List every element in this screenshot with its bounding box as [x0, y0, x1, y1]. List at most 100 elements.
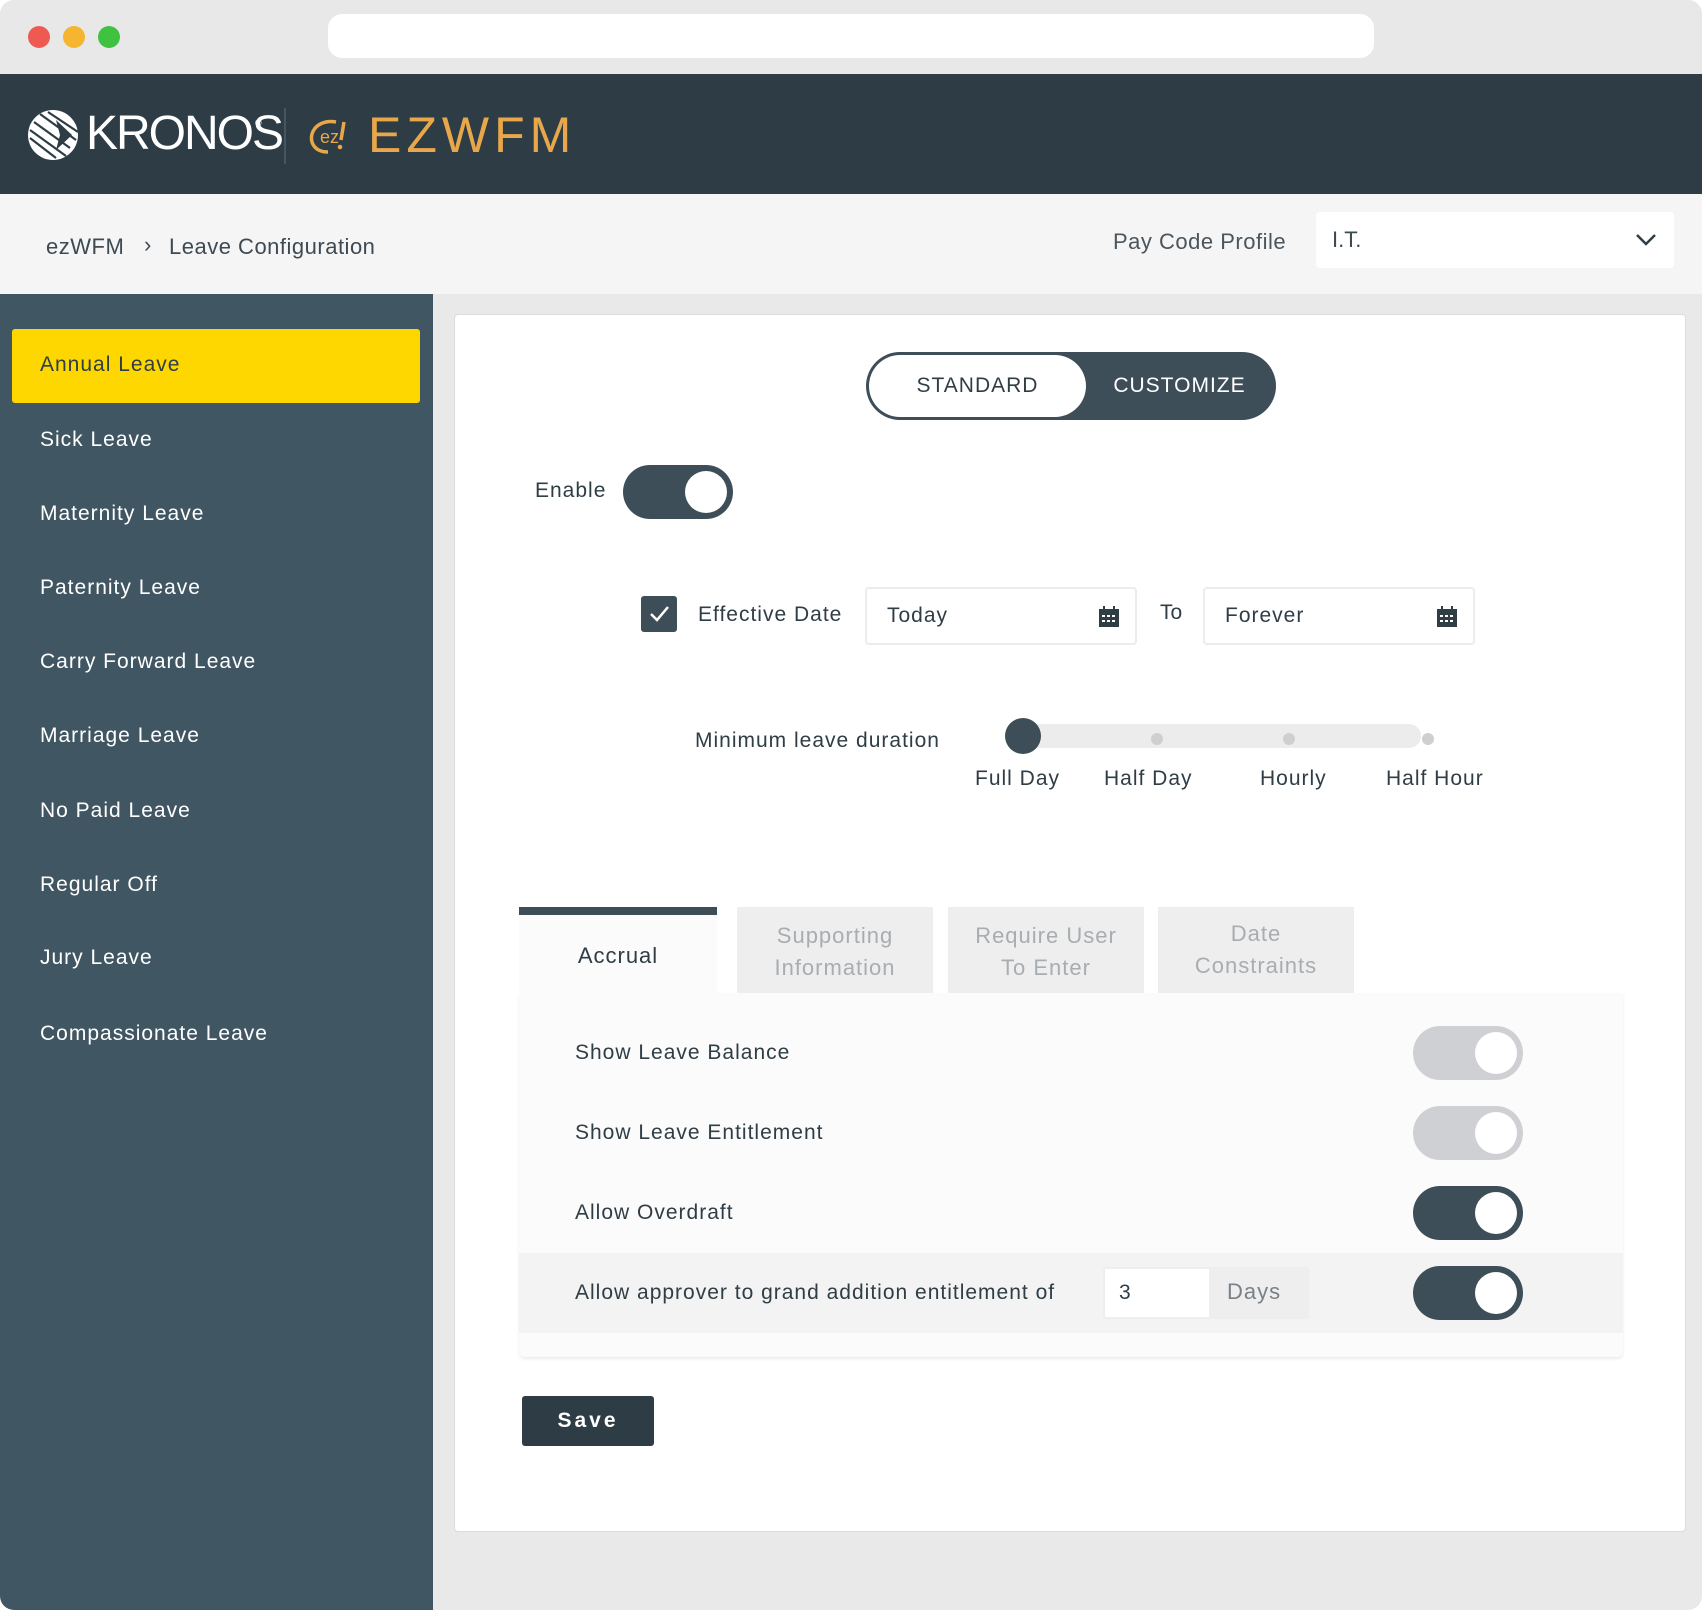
sidebar-item-label: Jury Leave [40, 946, 153, 969]
customize-mode-button[interactable]: CUSTOMIZE [1086, 355, 1273, 417]
setting-row-approver-entitlement: Allow approver to grand addition entitle… [519, 1253, 1623, 1333]
tab-label-line2: Information [774, 955, 896, 980]
effective-date-checkbox[interactable] [641, 596, 677, 632]
toggle-knob [1475, 1272, 1517, 1314]
pay-code-profile-value: I.T. [1332, 227, 1362, 252]
slider-tick [1422, 733, 1434, 745]
svg-text:ez: ez [320, 127, 339, 147]
breadcrumb-bar: ezWFM › Leave Configuration Pay Code Pro… [0, 194, 1702, 294]
minimize-window-button[interactable] [63, 26, 85, 48]
entitlement-days-group: Days [1103, 1267, 1309, 1319]
minimum-leave-duration-label: Minimum leave duration [695, 729, 940, 752]
address-bar[interactable] [328, 14, 1374, 58]
sidebar-item-maternity-leave[interactable]: Maternity Leave [12, 478, 420, 552]
calendar-icon[interactable] [1097, 605, 1121, 629]
sidebar-item-annual-leave[interactable]: Annual Leave [12, 329, 420, 403]
maximize-window-button[interactable] [98, 26, 120, 48]
ezwfm-logo-text: EZWFM [368, 107, 577, 163]
effective-date-to-field[interactable]: Forever [1203, 587, 1475, 645]
browser-chrome [0, 0, 1702, 74]
kronos-globe-icon [28, 110, 79, 160]
setting-row-allow-overdraft: Allow Overdraft [519, 1173, 1623, 1253]
toggle-knob [1475, 1192, 1517, 1234]
effective-date-from-value: Today [887, 604, 949, 627]
setting-row-show-leave-balance: Show Leave Balance [519, 1013, 1623, 1093]
effective-date-to-value: Forever [1225, 604, 1305, 627]
tab-supporting-information[interactable]: Supporting Information [737, 907, 933, 993]
setting-label: Show Leave Balance [575, 1041, 791, 1064]
sidebar-item-paternity-leave[interactable]: Paternity Leave [12, 552, 420, 626]
sidebar-item-sick-leave[interactable]: Sick Leave [12, 404, 420, 478]
mode-segmented-control: STANDARD CUSTOMIZE [866, 352, 1276, 420]
setting-label: Allow Overdraft [575, 1201, 734, 1224]
date-range-to-label: To [1160, 601, 1183, 624]
tab-label-line1: Supporting [776, 923, 894, 948]
breadcrumb-root-link[interactable]: ezWFM [46, 234, 124, 260]
sidebar-item-marriage-leave[interactable]: Marriage Leave [12, 700, 420, 774]
sidebar-item-carry-forward-leave[interactable]: Carry Forward Leave [12, 626, 420, 700]
sidebar-item-label: Sick Leave [40, 428, 153, 451]
pay-code-profile-select[interactable]: I.T. [1316, 212, 1674, 268]
leave-type-sidebar: Annual Leave Sick Leave Maternity Leave … [0, 294, 433, 1610]
save-button[interactable]: Save [522, 1396, 654, 1446]
tab-accrual[interactable]: Accrual [519, 907, 717, 993]
tab-label-line1: Require User [975, 923, 1117, 948]
enable-toggle[interactable] [623, 465, 733, 519]
sidebar-item-label: Marriage Leave [40, 724, 200, 747]
logo-divider [284, 108, 286, 164]
kronos-logo-text: KRONOS [86, 107, 284, 160]
sidebar-item-label: Carry Forward Leave [40, 650, 257, 673]
sidebar-item-compassionate-leave[interactable]: Compassionate Leave [12, 998, 420, 1072]
sidebar-item-regular-off[interactable]: Regular Off [12, 849, 420, 923]
sidebar-item-label: Annual Leave [40, 353, 181, 376]
effective-date-from-field[interactable]: Today [865, 587, 1137, 645]
allow-overdraft-toggle[interactable] [1413, 1186, 1523, 1240]
sidebar-item-label: Compassionate Leave [40, 1022, 268, 1045]
approver-entitlement-toggle[interactable] [1413, 1266, 1523, 1320]
setting-row-show-leave-entitlement: Show Leave Entitlement [519, 1093, 1623, 1173]
check-icon [650, 606, 669, 622]
leave-config-card: STANDARD CUSTOMIZE Enable Effective Date… [454, 314, 1686, 1532]
sidebar-item-label: Paternity Leave [40, 576, 201, 599]
slider-tick [1283, 733, 1295, 745]
toggle-knob [1475, 1112, 1517, 1154]
browser-window: KRONOS ® ez EZWFM ezWFM › Leave Configur… [0, 0, 1702, 1610]
calendar-icon[interactable] [1435, 605, 1459, 629]
tab-label: Accrual [577, 943, 659, 968]
effective-date-label: Effective Date [698, 603, 843, 626]
pay-code-profile-label: Pay Code Profile [1113, 229, 1287, 254]
show-leave-balance-toggle[interactable] [1413, 1026, 1523, 1080]
sidebar-item-label: Regular Off [40, 873, 158, 896]
sidebar-item-label: No Paid Leave [40, 799, 191, 822]
duration-option-full-day[interactable]: Full Day [975, 767, 1060, 791]
duration-option-half-day[interactable]: Half Day [1104, 767, 1193, 791]
sidebar-item-jury-leave[interactable]: Jury Leave [12, 922, 420, 996]
breadcrumb-current: Leave Configuration [169, 234, 376, 259]
breadcrumb-separator: › [144, 232, 152, 257]
ez-logo-icon: ez [309, 119, 346, 154]
slider-thumb[interactable] [1005, 718, 1041, 754]
tab-label-line1: Date [1230, 921, 1282, 946]
toggle-knob [685, 471, 727, 513]
close-window-button[interactable] [28, 26, 50, 48]
tab-require-user-to-enter[interactable]: Require User To Enter [948, 907, 1144, 993]
show-leave-entitlement-toggle[interactable] [1413, 1106, 1523, 1160]
slider-tick [1151, 733, 1163, 745]
standard-mode-button[interactable]: STANDARD [869, 355, 1086, 417]
sidebar-item-no-paid-leave[interactable]: No Paid Leave [12, 775, 420, 849]
chevron-down-icon [1636, 234, 1656, 246]
duration-option-half-hour[interactable]: Half Hour [1386, 767, 1484, 791]
duration-option-hourly[interactable]: Hourly [1260, 767, 1327, 791]
sidebar-item-label: Maternity Leave [40, 502, 205, 525]
toggle-knob [1475, 1032, 1517, 1074]
minimum-leave-duration-slider[interactable] [1005, 724, 1434, 748]
setting-label: Show Leave Entitlement [575, 1121, 824, 1144]
entitlement-days-input[interactable] [1105, 1269, 1209, 1317]
tab-date-constraints[interactable]: Date Constraints [1158, 907, 1354, 993]
enable-label: Enable [535, 479, 607, 502]
tab-label-line2: To Enter [1001, 955, 1091, 980]
days-unit-label: Days [1227, 1279, 1282, 1304]
registered-mark: ® [255, 118, 262, 128]
tab-label-line2: Constraints [1194, 953, 1318, 978]
app-header: KRONOS ® ez EZWFM [0, 74, 1702, 194]
